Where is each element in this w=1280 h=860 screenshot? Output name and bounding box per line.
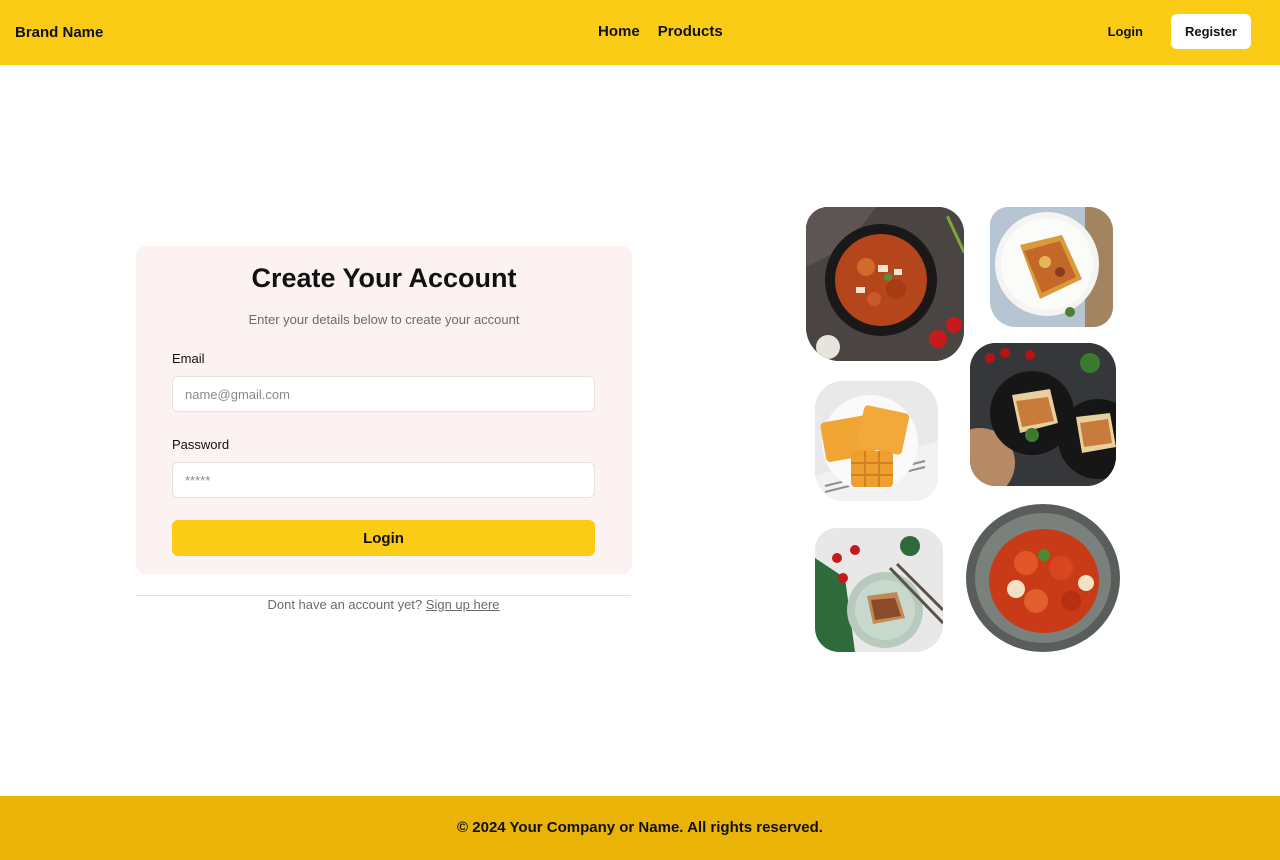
email-field[interactable] (172, 376, 595, 412)
email-label: Email (172, 351, 205, 366)
password-field[interactable] (172, 462, 595, 498)
waffles-photo (815, 381, 938, 501)
lasagna-green-plate-photo (815, 528, 943, 652)
brand-name[interactable]: Brand Name (15, 24, 103, 41)
form-subtitle: Enter your details below to create your … (248, 312, 520, 327)
lasagna-dark-plates-photo (970, 343, 1116, 486)
nav-home-link[interactable]: Home (598, 23, 640, 40)
nav-products-link[interactable]: Products (658, 23, 723, 40)
navbar: Brand Name Home Products Login Register (0, 0, 1280, 65)
form-title: Create Your Account (251, 263, 517, 293)
nav-login-link[interactable]: Login (1108, 24, 1143, 39)
signup-text: Dont have an account yet? (267, 597, 423, 612)
register-button[interactable]: Register (1170, 14, 1251, 49)
lasagna-plate-photo (990, 207, 1113, 327)
footer: © 2024 Your Company or Name. All rights … (0, 796, 1280, 860)
login-submit-button[interactable]: Login (172, 520, 595, 556)
signup-link[interactable]: Sign up here (426, 597, 500, 612)
pasta-bowl-photo (966, 503, 1121, 654)
nav-links: Home Products (598, 23, 723, 40)
copyright-text: © 2024 Your Company or Name. All rights … (457, 819, 823, 836)
auth-actions: Login Register (1108, 14, 1251, 49)
signup-card: Create Your Account Enter your details b… (136, 246, 632, 574)
divider (136, 595, 631, 596)
signup-prompt: Dont have an account yet? Sign up here (136, 597, 631, 612)
tikka-masala-photo (806, 207, 964, 361)
password-label: Password (172, 437, 230, 452)
